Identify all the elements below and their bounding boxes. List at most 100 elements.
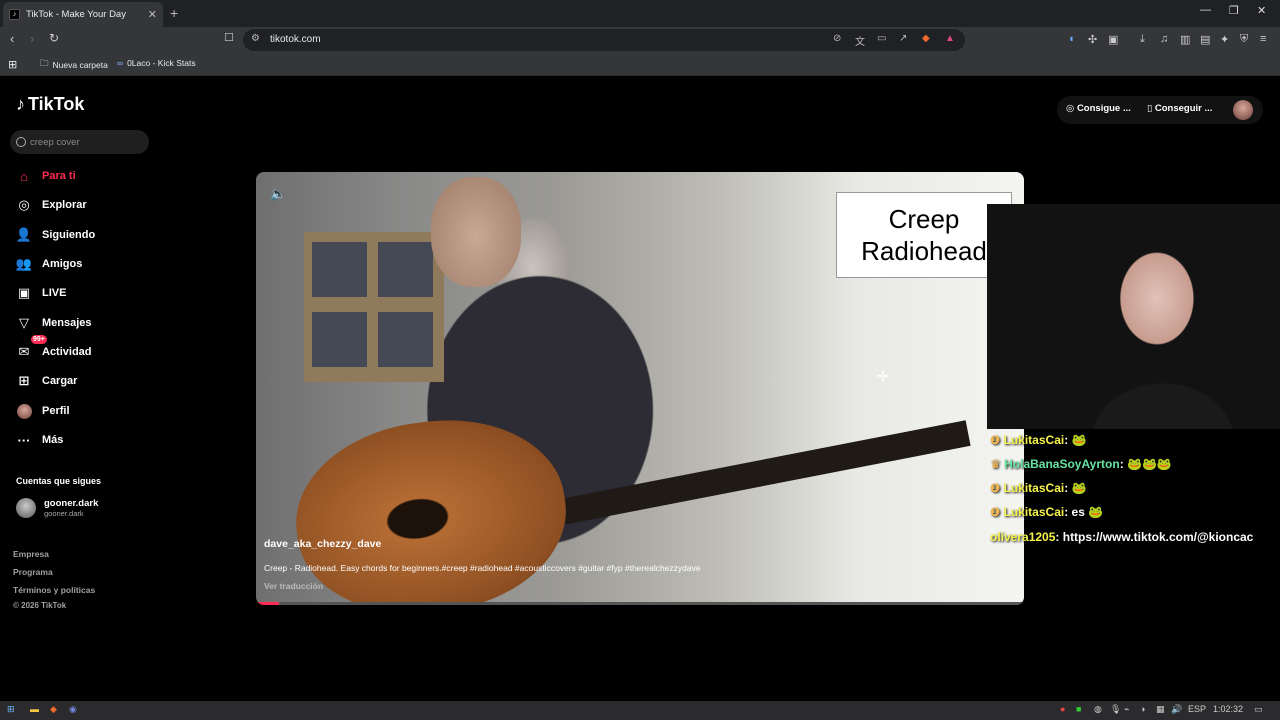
bookmark-icon[interactable]: ☐ [224,31,234,44]
kick-stats-icon: ∞ [117,58,124,68]
mute-site-icon[interactable]: ⊘ [833,33,841,44]
site-info-icon[interactable]: ⚙ [251,33,260,44]
get-coins-button[interactable]: ◎ Consigue ... [1066,103,1131,114]
folder-icon: 🗀 [40,58,49,68]
tiktok-page: ♪ TikTok creep cover ⌂ Para ti ◎ Explora… [0,76,1280,701]
activity-badge: 99+ [31,335,47,344]
shelf-background [304,232,444,382]
chat-message: ❶ LukitasCai: 🐸 [990,433,1087,447]
video-progress-fill [256,602,280,605]
tiktok-logo[interactable]: ♪ TikTok [16,94,84,115]
wallet-icon[interactable]: ▣ [1108,33,1118,46]
bookmarks-bar: ⊞ 🗀 Nueva carpeta ∞ 0Laco - Kick Stats [0,53,1280,76]
tab-close-icon[interactable]: ✕ [148,8,157,21]
badge-icon: ❶ [990,505,1001,519]
ai-icon[interactable]: ✦ [1220,33,1229,46]
sign-line-1: Creep [888,204,960,234]
bookmark-item[interactable]: 🗀 Nueva carpeta [40,58,108,72]
vpn-icon[interactable]: ⛨ [1240,33,1248,46]
nav-actividad[interactable]: ✉ 99+ Actividad [15,335,155,363]
nav-mensajes[interactable]: ▽ Mensajes [15,312,155,334]
volume-icon[interactable]: 🔈 [270,186,286,202]
get-app-button[interactable]: ▯ Conseguir ... [1147,103,1212,114]
video-progress[interactable] [256,602,1024,605]
compass-icon: ◎ [18,197,30,212]
live-icon: ▣ [17,285,31,300]
new-tab-button[interactable]: + [170,5,178,21]
phone-icon: ▯ [1147,103,1153,114]
following-account[interactable]: gooner.dark gooner.dark [16,498,98,518]
downloads-icon[interactable]: ⤓ [1140,33,1145,46]
record-icon[interactable]: ● [1060,704,1065,714]
reload-icon[interactable]: ↻ [49,31,59,45]
cast-icon[interactable]: ▭ [877,33,886,44]
following-icon: 👤 [15,227,33,242]
footer-link[interactable]: Empresa [13,549,49,559]
file-explorer-icon[interactable]: ▬ [30,704,39,714]
performer-head [431,177,521,287]
footer-link[interactable]: Programa [13,567,53,577]
translate-link[interactable]: Ver traducción [264,581,323,591]
forward-icon[interactable]: › [30,31,34,46]
chat-message: ♛ HolaBanaSoyAyrton: 🐸🐸🐸 [990,457,1172,471]
share-icon[interactable]: ↗ [899,33,907,44]
browser-tab-bar: ♪ TikTok - Make Your Day ✕ + — ❐ ✕ [0,0,1280,27]
nav-perfil[interactable]: Perfil [15,400,155,422]
following-section-title: Cuentas que sigues [16,476,102,486]
video-player[interactable]: Creep Radiohead 🔈 dave_aka_chezzy_dave C… [256,172,1024,605]
restore-button[interactable]: ❐ [1229,4,1239,17]
video-description: Creep - Radiohead. Easy chords for begin… [264,563,701,573]
notifications-icon[interactable]: ▭ [1254,704,1263,715]
nav-live[interactable]: ▣ LIVE [15,282,155,304]
friends-icon: 👥 [15,256,33,271]
brave-icon[interactable]: ◆ [50,704,57,715]
translate-icon[interactable]: 文 [855,33,865,48]
language-indicator[interactable]: ESP [1188,704,1206,714]
account-handle: gooner.dark [44,509,84,518]
user-avatar[interactable] [1233,100,1253,120]
crown-icon: ♛ [990,457,1001,471]
tray-icon[interactable]: ◍ [1094,704,1102,715]
start-icon[interactable]: ⊞ [7,704,15,715]
account-name: gooner.dark [44,498,99,509]
address-bar[interactable]: ⚙ tikotok.com ⊘ 文 ▭ ↗ ◆ ▲ [243,29,965,51]
sidebar-toggle-icon[interactable]: ▥ [1180,33,1190,46]
clock[interactable]: 1:02:32 [1213,704,1243,714]
footer-link[interactable]: Términos y políticas [13,585,95,595]
network-icon[interactable]: ▦ [1156,704,1165,715]
coin-icon: ◎ [1066,103,1075,114]
nav-cargar[interactable]: ⊞ Cargar [15,370,155,392]
url-text[interactable]: tikotok.com [270,34,321,45]
upload-icon: ⊞ [18,373,30,388]
guitar-body [284,404,578,605]
top-actions: ◎ Consigue ... ▯ Conseguir ... [1057,96,1263,124]
obs-icon[interactable]: ■ [1076,704,1081,714]
minimize-button[interactable]: — [1200,4,1211,16]
media-icon[interactable]: ♫ [1160,33,1168,45]
menu-icon[interactable]: ≡ [1260,33,1266,45]
apps-grid-icon[interactable]: ⊞ [8,58,17,71]
tab-title: TikTok - Make Your Day [26,9,126,20]
mic-icon[interactable]: 🎙 [1110,704,1121,715]
nav-siguiendo[interactable]: 👤 Siguiendo [15,224,155,246]
search-input[interactable]: creep cover [10,130,149,154]
extensions-icon[interactable]: ✣ [1088,33,1097,46]
gamepad-icon[interactable]: ◑ [1140,704,1145,714]
close-window-button[interactable]: ✕ [1257,4,1266,17]
brave-rewards-icon[interactable]: ▲ [945,33,955,44]
discord-icon[interactable]: ◉ [69,704,77,715]
usb-icon[interactable]: ⌁ [1124,704,1129,715]
leo-icon[interactable]: ◖ [1068,33,1075,45]
nav-explorar[interactable]: ◎ Explorar [15,194,155,216]
search-value[interactable]: creep cover [30,137,80,148]
speaker-icon[interactable]: 🔊 [1171,704,1182,715]
bookmark-item[interactable]: ∞ 0Laco - Kick Stats [117,58,196,68]
nav-amigos[interactable]: 👥 Amigos [15,253,155,275]
brave-shield-icon[interactable]: ◆ [922,33,930,44]
back-icon[interactable]: ‹ [10,31,14,46]
video-author[interactable]: dave_aka_chezzy_dave [264,538,381,550]
browser-tab[interactable]: ♪ TikTok - Make Your Day ✕ [3,2,163,27]
nav-mas[interactable]: ··· Más [15,429,155,451]
screenshot-icon[interactable]: ▤ [1200,33,1210,46]
nav-para-ti[interactable]: ⌂ Para ti [15,165,155,187]
